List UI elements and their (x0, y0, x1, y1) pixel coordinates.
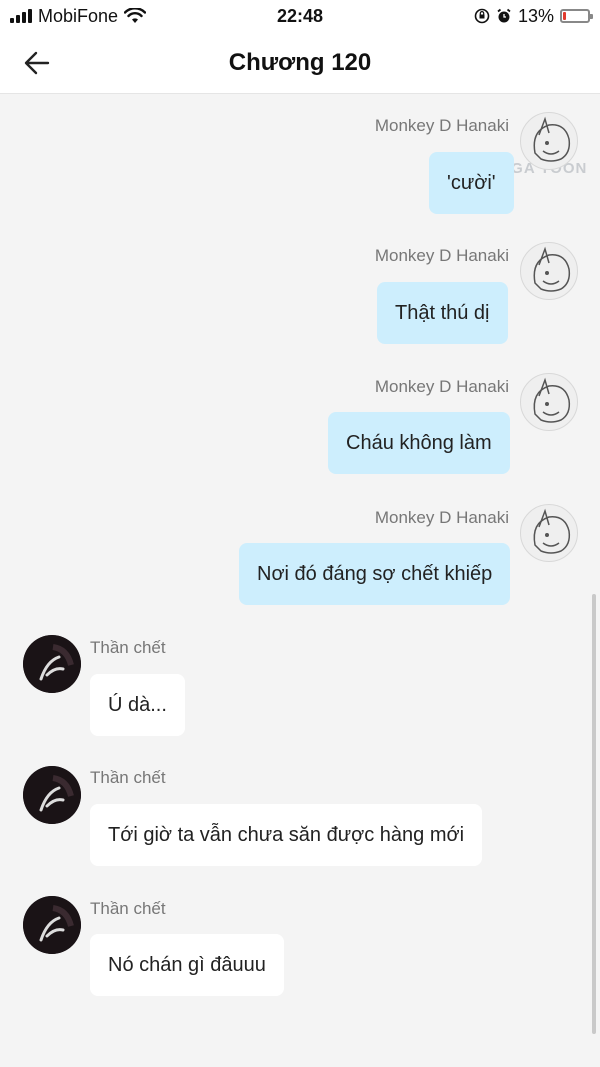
sender-name: Thần chết (90, 638, 166, 657)
avatar-hanaki[interactable] (520, 373, 578, 431)
avatar-hanaki[interactable] (520, 242, 578, 300)
battery-level (563, 12, 566, 20)
page-title: Chương 120 (228, 48, 372, 76)
sender-name: Thần chết (90, 768, 166, 787)
signal-bars-icon (10, 9, 32, 23)
wifi-icon (124, 8, 147, 23)
message-bubble[interactable]: Nó chán gì đâuuu (90, 934, 284, 996)
battery-icon (560, 9, 593, 23)
avatar-hanaki[interactable] (520, 112, 578, 170)
message-bubble[interactable]: Ú dà... (90, 674, 185, 736)
back-button[interactable] (18, 44, 56, 82)
scrollbar[interactable] (592, 594, 596, 1034)
message-bubble[interactable]: Thật thú dị (377, 282, 508, 344)
avatar-than-chet[interactable] (23, 766, 81, 824)
orientation-lock-icon (474, 8, 490, 24)
sender-name: Monkey D Hanaki (374, 508, 509, 527)
sender-name: Monkey D Hanaki (374, 116, 509, 135)
chat-thread: MANGA TOON Monkey D Hanaki 'cười' Monkey… (0, 94, 600, 1067)
avatar-hanaki[interactable] (520, 504, 578, 562)
arrow-left-icon (24, 51, 50, 75)
message-bubble[interactable]: Nơi đó đáng sợ chết khiếp (239, 543, 511, 605)
battery-percent: 13% (517, 5, 554, 26)
chapter-header: Chương 120 (0, 32, 600, 94)
avatar-than-chet[interactable] (23, 896, 81, 954)
avatar-than-chet[interactable] (23, 635, 81, 693)
carrier-name: MobiFone (38, 5, 119, 26)
sender-name: Monkey D Hanaki (374, 246, 509, 265)
status-right: 13% (474, 5, 593, 27)
message-bubble[interactable]: 'cười' (429, 152, 514, 214)
status-left: MobiFone (10, 5, 147, 27)
message-bubble[interactable]: Cháu không làm (328, 412, 510, 474)
status-bar: MobiFone 22:48 13% (0, 0, 600, 32)
alarm-icon (497, 8, 511, 23)
sender-name: Thần chết (90, 899, 166, 918)
message-bubble[interactable]: Tới giờ ta vẫn chưa săn được hàng mới (90, 804, 483, 866)
sender-name: Monkey D Hanaki (374, 377, 509, 396)
